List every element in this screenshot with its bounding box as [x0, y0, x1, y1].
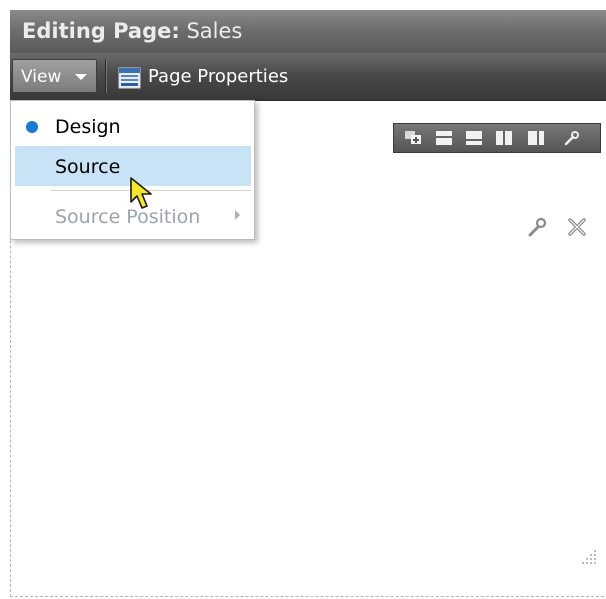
wrench-icon[interactable]	[525, 215, 549, 239]
layout-columns-icon[interactable]	[494, 129, 514, 147]
layout-right-icon[interactable]	[526, 129, 546, 147]
edit-toolbar: View Page Properties	[10, 53, 606, 101]
mouse-pointer-icon	[130, 177, 152, 209]
menu-item-label: Source	[55, 156, 121, 178]
page-title-name: Sales	[179, 19, 243, 43]
chevron-down-icon	[75, 74, 87, 80]
page-properties-icon	[118, 67, 141, 89]
view-dropdown-menu: Design Source Source Position	[10, 100, 255, 240]
menu-item-label: Design	[55, 116, 121, 138]
toolbar-separator	[105, 59, 107, 93]
chevron-right-icon	[235, 210, 240, 220]
view-menu-button[interactable]: View	[12, 59, 97, 93]
close-icon[interactable]	[565, 215, 589, 239]
radio-dot-icon	[26, 121, 38, 133]
page-title-prefix: Editing Page:	[22, 19, 180, 43]
page-header: Editing Page: Sales	[10, 10, 606, 53]
component-toolbar	[393, 123, 601, 153]
resize-grip-icon[interactable]	[578, 546, 598, 566]
add-content-icon[interactable]	[404, 129, 424, 147]
page-properties-label: Page Properties	[148, 66, 289, 87]
view-menu-label: View	[21, 67, 62, 87]
layout-bottom-icon[interactable]	[464, 129, 484, 147]
menu-item-design[interactable]: Design	[11, 107, 254, 145]
layout-top-icon[interactable]	[434, 129, 454, 147]
page-title: Editing Page: Sales	[22, 19, 242, 43]
wrench-icon[interactable]	[562, 129, 582, 147]
